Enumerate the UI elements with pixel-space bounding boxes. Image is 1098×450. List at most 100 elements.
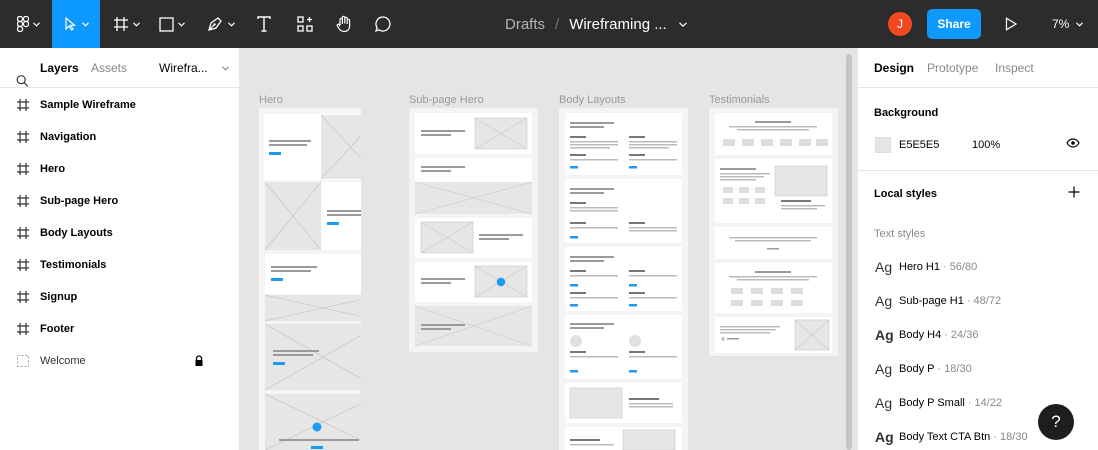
layer-item[interactable]: Signup <box>0 281 240 313</box>
text-style-item[interactable]: Ag Body P · 18/30 <box>875 359 972 379</box>
text-style-icon: Ag <box>875 429 894 445</box>
frame-icon <box>17 195 29 207</box>
sub-page-hero-frame[interactable] <box>409 108 538 352</box>
text-style-name: Sub-page H1 <box>899 295 964 307</box>
layer-item[interactable]: Welcome <box>0 345 240 377</box>
layer-item[interactable]: Hero <box>0 153 240 185</box>
share-button[interactable]: Share <box>927 9 981 39</box>
play-icon <box>1005 17 1017 31</box>
resources-button[interactable] <box>290 0 320 48</box>
shape-tool-button[interactable] <box>152 0 192 48</box>
text-style-item[interactable]: Ag Hero H1 · 56/80 <box>875 257 977 277</box>
text-style-icon: Ag <box>875 327 894 343</box>
file-name[interactable]: Wireframing ... <box>569 16 667 33</box>
chevron-down-icon <box>221 65 229 71</box>
divider <box>858 170 1098 171</box>
layer-label: Welcome <box>40 355 86 367</box>
background-opacity-input[interactable]: 100% <box>972 139 1000 151</box>
chevron-down-icon <box>1076 21 1084 27</box>
chevron-down-icon <box>81 21 89 27</box>
hero-wireframe <box>264 114 382 450</box>
avatar[interactable]: J <box>888 12 912 36</box>
tab-design[interactable]: Design <box>874 48 914 88</box>
text-tool-button[interactable] <box>250 0 278 48</box>
move-tool-icon <box>64 17 76 31</box>
lock-icon[interactable] <box>194 355 204 367</box>
tab-prototype[interactable]: Prototype <box>927 48 978 88</box>
text-tool-icon <box>257 16 271 32</box>
dashed-frame-icon <box>17 355 29 367</box>
frame-tool-button[interactable] <box>106 0 146 48</box>
frame-label-testimonials[interactable]: Testimonials <box>709 94 770 106</box>
layer-item[interactable]: Sub-page Hero <box>0 185 240 217</box>
hand-tool-button[interactable] <box>330 0 358 48</box>
text-style-icon: Ag <box>875 395 893 411</box>
frame-label-body-layouts[interactable]: Body Layouts <box>559 94 626 106</box>
shape-tool-icon <box>159 16 174 32</box>
text-style-item[interactable]: Ag Body H4 · 24/36 <box>875 325 978 345</box>
present-button[interactable] <box>1000 0 1022 48</box>
layer-label: Hero <box>40 163 66 175</box>
text-style-icon: Ag <box>875 259 893 275</box>
layer-label: Sub-page Hero <box>40 195 119 207</box>
text-style-icon: Ag <box>875 293 893 309</box>
tab-layers[interactable]: Layers <box>40 48 79 88</box>
layer-item[interactable]: Sample Wireframe <box>0 89 240 121</box>
layer-item[interactable]: Body Layouts <box>0 217 240 249</box>
breadcrumb: Drafts / Wireframing ... <box>505 0 687 48</box>
chevron-down-icon[interactable] <box>678 21 687 27</box>
frame-tool-icon <box>113 17 128 31</box>
body-layouts-wireframe <box>565 113 682 450</box>
breadcrumb-drafts-link[interactable]: Drafts <box>505 16 545 33</box>
help-button[interactable]: ? <box>1038 404 1074 440</box>
zoom-menu[interactable]: 7% <box>1052 0 1084 48</box>
comment-tool-icon <box>374 16 391 33</box>
chevron-down-icon <box>178 21 185 27</box>
comment-tool-button[interactable] <box>370 0 396 48</box>
main-menu-button[interactable] <box>8 0 48 48</box>
text-style-item[interactable]: Ag Sub-page H1 · 48/72 <box>875 291 1001 311</box>
tab-inspect[interactable]: Inspect <box>995 48 1034 88</box>
eye-icon[interactable] <box>1066 138 1080 148</box>
layer-label: Navigation <box>40 131 97 143</box>
frame-icon <box>17 291 29 303</box>
properties-panel: Design Prototype Inspect Background E5E5… <box>857 48 1098 450</box>
background-hex-input[interactable]: E5E5E5 <box>899 139 939 151</box>
body-layouts-frame[interactable] <box>559 108 688 450</box>
background-color-swatch[interactable] <box>875 137 891 153</box>
text-style-meta: · 48/72 <box>966 295 1002 307</box>
text-styles-title: Text styles <box>874 228 926 240</box>
zoom-level: 7% <box>1052 17 1070 31</box>
layer-item[interactable]: Footer <box>0 313 240 345</box>
tab-assets[interactable]: Assets <box>91 48 127 88</box>
text-style-item[interactable]: Ag Body P Small · 14/22 <box>875 393 1002 413</box>
frame-label-sub-page-hero[interactable]: Sub-page Hero <box>409 94 484 106</box>
testimonials-frame[interactable] <box>709 108 838 356</box>
chevron-down-icon <box>132 21 140 27</box>
layer-item[interactable]: Navigation <box>0 121 240 153</box>
layer-label: Sample Wireframe <box>40 99 136 111</box>
right-panel-tabs: Design Prototype Inspect <box>858 48 1098 88</box>
text-style-name: Body P <box>899 363 935 375</box>
chevron-down-icon <box>227 21 235 27</box>
frame-icon <box>17 259 29 271</box>
text-style-meta: · 24/36 <box>944 329 979 341</box>
hero-frame[interactable] <box>259 108 382 450</box>
figma-menu-icon <box>16 16 29 32</box>
frame-icon <box>17 99 29 111</box>
pen-tool-icon <box>207 17 222 31</box>
testimonials-wireframe <box>715 113 832 353</box>
layer-item[interactable]: Testimonials <box>0 249 240 281</box>
plus-icon[interactable] <box>1068 186 1080 198</box>
frame-label-hero[interactable]: Hero <box>259 94 283 106</box>
layer-label: Testimonials <box>40 259 107 271</box>
page-selector-label: Wirefra... <box>159 61 208 75</box>
text-style-meta: · 14/22 <box>967 397 1003 409</box>
canvas-scrollbar[interactable] <box>846 54 852 450</box>
pen-tool-button[interactable] <box>198 0 242 48</box>
text-style-item[interactable]: Ag Body Text CTA Btn · 18/30 <box>875 427 1028 447</box>
move-tool-button[interactable] <box>52 0 100 48</box>
page-selector[interactable]: Wirefra... <box>159 48 229 88</box>
layers-panel: Layers Assets Wirefra... Sample Wirefram… <box>0 48 240 450</box>
canvas[interactable]: Hero Sub-page Hero Body Layouts Testimon… <box>241 48 857 450</box>
